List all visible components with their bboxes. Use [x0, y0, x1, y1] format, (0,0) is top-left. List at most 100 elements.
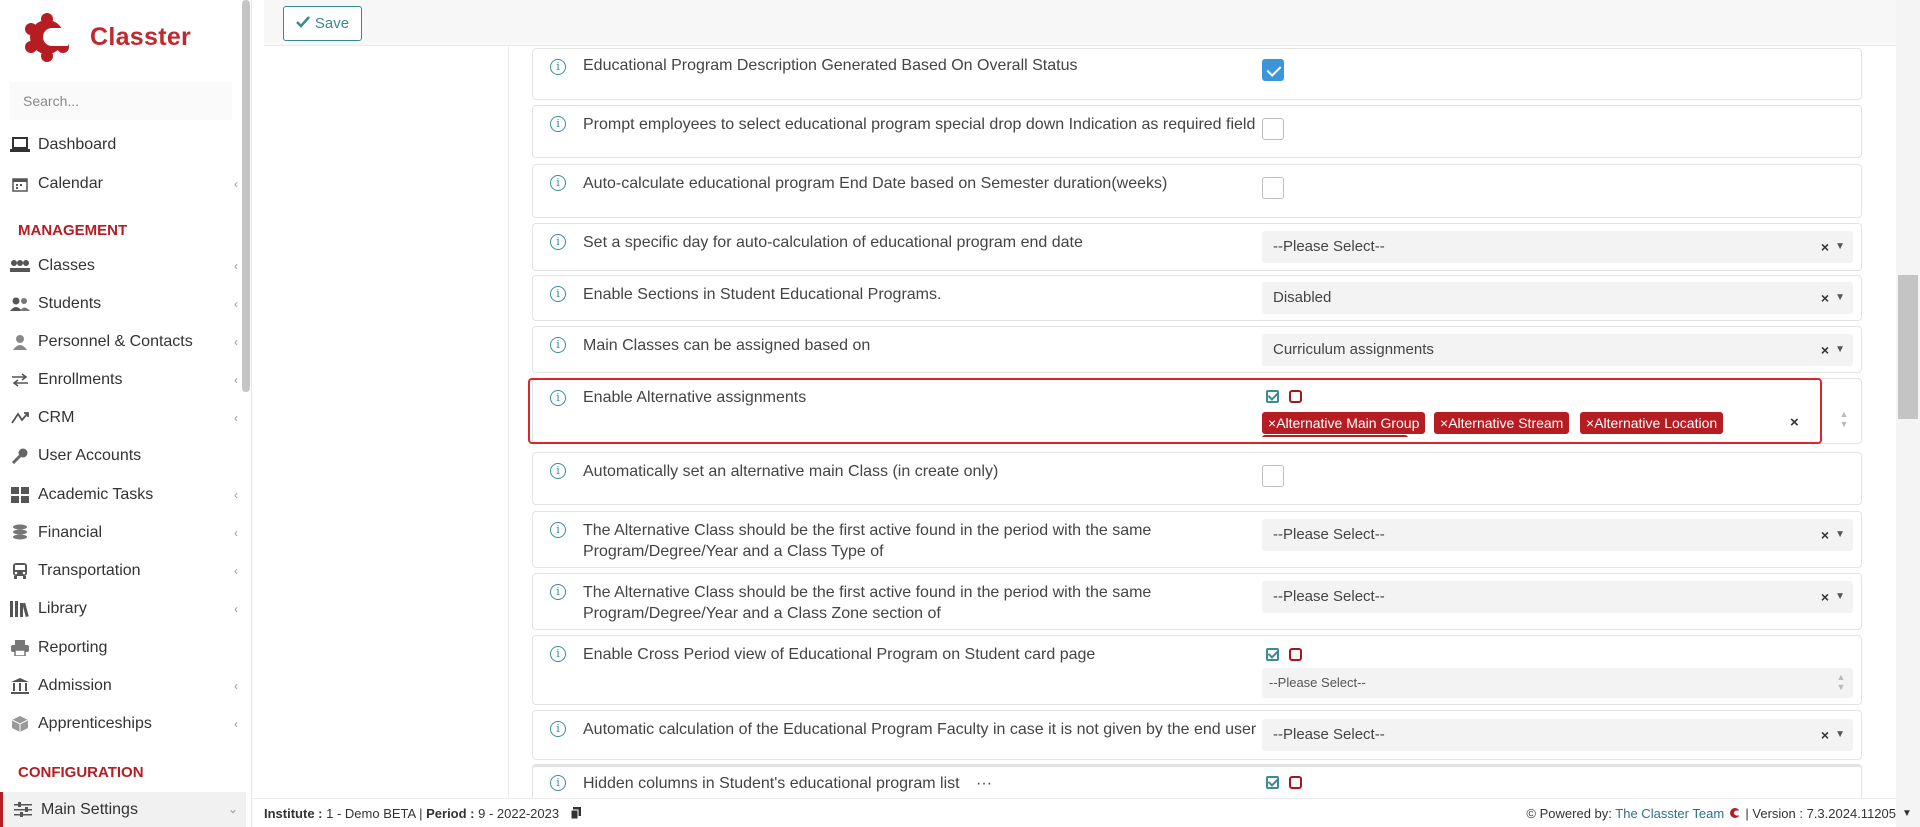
page-scrollbar-thumb[interactable] — [1898, 275, 1918, 419]
check-icon — [296, 15, 310, 32]
info-icon[interactable]: i — [550, 234, 566, 250]
more-options[interactable]: ··· — [976, 775, 992, 792]
chevron-left-icon: ‹ — [234, 679, 238, 693]
info-icon[interactable]: i — [550, 522, 566, 538]
caret-down-icon[interactable]: ▼ — [1835, 334, 1845, 366]
nav-label: Personnel & Contacts — [38, 333, 193, 350]
info-icon[interactable]: i — [550, 463, 566, 479]
setting-select[interactable]: --Please Select-- × ▼ — [1262, 719, 1853, 751]
setting-label: Automatically set an alternative main Cl… — [583, 463, 999, 480]
chevron-left-icon: ‹ — [234, 717, 238, 731]
setting-select[interactable]: --Please Select-- × ▼ — [1262, 581, 1853, 613]
select-all-controls — [1266, 648, 1302, 661]
classter-logo[interactable]: Classter — [22, 12, 191, 62]
footer-credits: © Powered by: The Classter Team | Versio… — [1526, 806, 1896, 821]
info-icon[interactable]: i — [550, 721, 566, 737]
clear-icon[interactable]: × — [1821, 334, 1829, 366]
save-button[interactable]: Save — [283, 6, 362, 41]
stepper-arrows-icon[interactable]: ▲ ▼ — [1838, 409, 1850, 429]
personnel-icon — [10, 332, 30, 352]
nav-library[interactable]: Library ‹ — [0, 593, 246, 625]
footer: Institute : 1 - Demo BETA | Period : 9 -… — [252, 798, 1896, 827]
nav-label: Dashboard — [38, 136, 117, 153]
nav-crm[interactable]: CRM ‹ — [0, 402, 246, 434]
chevron-left-icon: ‹ — [234, 488, 238, 502]
caret-down-icon[interactable]: ▼ — [1835, 519, 1845, 551]
caret-down-icon[interactable]: ▼ — [1835, 282, 1845, 314]
info-icon[interactable]: i — [550, 584, 566, 600]
clear-icon[interactable]: × — [1821, 231, 1829, 263]
copy-icon[interactable] — [570, 807, 581, 822]
nav-classes[interactable]: Classes ‹ — [0, 250, 246, 282]
info-icon[interactable]: i — [550, 116, 566, 132]
setting-label: The Alternative Class should be the firs… — [583, 522, 1152, 560]
scroll-down-icon[interactable]: ▼ — [1902, 808, 1912, 819]
setting-checkbox[interactable] — [1262, 465, 1284, 487]
calendar-icon — [10, 174, 30, 194]
setting-row: i Set a specific day for auto-calculatio… — [532, 223, 1862, 271]
setting-select[interactable]: Curriculum assignments × ▼ — [1262, 334, 1853, 366]
section-configuration: CONFIGURATION — [18, 764, 144, 781]
select-all-icon[interactable] — [1266, 648, 1279, 661]
clear-icon[interactable]: × — [1821, 719, 1829, 751]
classter-team-link[interactable]: The Classter Team — [1615, 806, 1724, 821]
info-icon[interactable]: i — [550, 175, 566, 191]
setting-select[interactable]: --Please Select-- × ▼ — [1262, 519, 1853, 551]
nav-calendar[interactable]: Calendar ‹ — [0, 168, 246, 200]
setting-select[interactable]: Disabled × ▼ — [1262, 282, 1853, 314]
setting-label: The Alternative Class should be the firs… — [583, 584, 1152, 622]
sidebar-scrollbar[interactable] — [242, 0, 250, 392]
search-input[interactable] — [10, 82, 232, 120]
nav-personnel[interactable]: Personnel & Contacts ‹ — [0, 326, 246, 358]
setting-checkbox[interactable] — [1262, 177, 1284, 199]
crm-icon — [10, 408, 30, 428]
setting-row: i Educational Program Description Genera… — [532, 48, 1862, 100]
nav-label: Reporting — [38, 639, 108, 656]
nav-reporting[interactable]: Reporting — [0, 632, 246, 664]
box-icon — [10, 714, 30, 734]
nav-admission[interactable]: Admission ‹ — [0, 670, 246, 702]
setting-row: i The Alternative Class should be the fi… — [532, 511, 1862, 568]
select-value: --Please Select-- — [1273, 726, 1385, 743]
chevron-left-icon: ‹ — [234, 373, 238, 387]
institution-icon — [10, 676, 30, 696]
info-icon[interactable]: i — [550, 286, 566, 302]
nav-students[interactable]: Students ‹ — [0, 288, 246, 320]
setting-select[interactable]: --Please Select-- × ▼ — [1262, 231, 1853, 263]
multiselect-box[interactable]: --Please Select-- ▲ ▼ — [1262, 668, 1853, 698]
select-all-icon[interactable] — [1266, 776, 1279, 789]
clear-icon[interactable]: × — [1821, 519, 1829, 551]
stepper-arrows-icon[interactable]: ▲ ▼ — [1835, 672, 1847, 692]
footer-context: Institute : 1 - Demo BETA | Period : 9 -… — [264, 806, 581, 822]
nav-apprenticeships[interactable]: Apprenticeships ‹ — [0, 708, 246, 740]
setting-label: Educational Program Description Generate… — [583, 57, 1078, 74]
chevron-left-icon: ‹ — [234, 297, 238, 311]
nav-transportation[interactable]: Transportation ‹ — [0, 555, 246, 587]
clear-icon[interactable]: × — [1821, 581, 1829, 613]
info-icon[interactable]: i — [550, 59, 566, 75]
deselect-all-icon[interactable] — [1289, 648, 1302, 661]
setting-row: i Main Classes can be assigned based on … — [532, 326, 1862, 373]
nav-academic-tasks[interactable]: Academic Tasks ‹ — [0, 479, 246, 511]
period-value: 9 - 2022-2023 — [478, 806, 560, 821]
info-icon[interactable]: i — [550, 646, 566, 662]
nav-dashboard[interactable]: Dashboard — [0, 129, 246, 161]
nav-main-settings[interactable]: Main Settings ⌄ — [0, 792, 246, 827]
setting-checkbox[interactable] — [1262, 118, 1284, 140]
bus-icon — [10, 561, 30, 581]
deselect-all-icon[interactable] — [1289, 776, 1302, 789]
setting-checkbox[interactable] — [1262, 59, 1284, 81]
caret-down-icon[interactable]: ▼ — [1835, 581, 1845, 613]
nav-enrollments[interactable]: Enrollments ‹ — [0, 364, 246, 396]
nav-financial[interactable]: Financial ‹ — [0, 517, 246, 549]
info-icon[interactable]: i — [550, 775, 566, 791]
tasks-icon — [10, 485, 30, 505]
setting-label: Set a specific day for auto-calculation … — [583, 234, 1083, 251]
caret-down-icon[interactable]: ▼ — [1835, 719, 1845, 751]
enrollments-icon — [10, 370, 30, 390]
setting-label: Hidden columns in Student's educational … — [583, 775, 993, 792]
caret-down-icon[interactable]: ▼ — [1835, 231, 1845, 263]
clear-icon[interactable]: × — [1821, 282, 1829, 314]
info-icon[interactable]: i — [550, 337, 566, 353]
nav-user-accounts[interactable]: User Accounts — [0, 440, 246, 472]
